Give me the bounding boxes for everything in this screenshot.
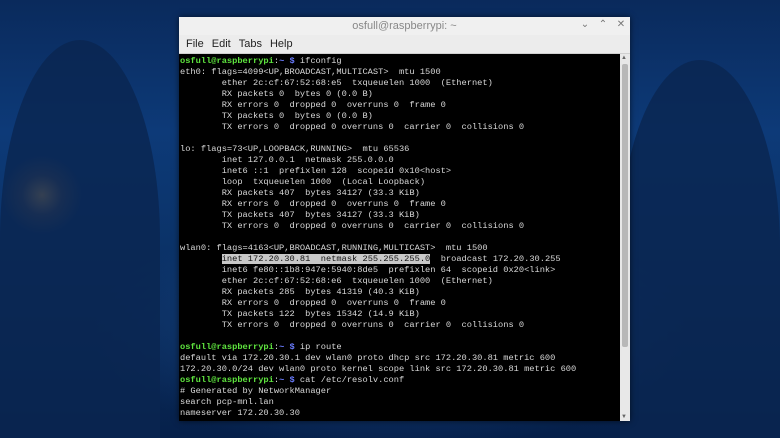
title-bar[interactable]: osfull@raspberrypi: ~ ⌄ ⌃ ✕ — [179, 17, 630, 35]
prompt-user: osfull@raspberrypi — [180, 342, 274, 352]
maximize-icon[interactable]: ⌃ — [598, 19, 608, 30]
output-line: TX errors 0 dropped 0 overruns 0 carrier… — [180, 320, 525, 330]
output-line: lo: flags=73<UP,LOOPBACK,RUNNING> mtu 65… — [180, 144, 410, 154]
menu-help[interactable]: Help — [266, 38, 297, 50]
background-mountain — [0, 40, 160, 438]
scrollbar-thumb[interactable] — [622, 64, 628, 347]
terminal-output[interactable]: osfull@raspberrypi:~ $ ifconfig eth0: fla… — [179, 54, 620, 421]
scrollbar[interactable]: ▲ ▼ — [620, 54, 630, 421]
output-line: TX errors 0 dropped 0 overruns 0 carrier… — [180, 122, 525, 132]
output-line: TX errors 0 dropped 0 overruns 0 carrier… — [180, 221, 525, 231]
highlighted-selection: inet 172.20.30.81 netmask 255.255.255.0 — [221, 254, 431, 264]
output-line: search pcp-mnl.lan — [180, 397, 274, 407]
output-line: wlan0: flags=4163<UP,BROADCAST,RUNNING,M… — [180, 243, 488, 253]
output-line: RX errors 0 dropped 0 overruns 0 frame 0 — [180, 199, 446, 209]
output-line: inet 127.0.0.1 netmask 255.0.0.0 — [180, 155, 394, 165]
prompt-user: osfull@raspberrypi — [180, 56, 274, 66]
menu-file[interactable]: File — [182, 38, 208, 50]
command-text: ifconfig — [299, 56, 342, 66]
output-line: inet6 ::1 prefixlen 128 scopeid 0x10<hos… — [180, 166, 452, 176]
prompt-symbol: $ — [284, 56, 300, 66]
background-mountain — [620, 60, 780, 438]
prompt-line: osfull@raspberrypi:~ $ cat /etc/resolv.c… — [179, 375, 620, 386]
close-icon[interactable]: ✕ — [616, 19, 626, 30]
command-text: ip route — [299, 342, 342, 352]
output-line: default via 172.20.30.1 dev wlan0 proto … — [180, 353, 556, 363]
menu-tabs[interactable]: Tabs — [235, 38, 266, 50]
output-text: broadcast 172.20.30.255 — [430, 254, 561, 264]
prompt-line: osfull@raspberrypi:~ $ ip route — [179, 342, 620, 353]
scroll-up-icon[interactable]: ▲ — [621, 55, 627, 61]
output-line: ether 2c:cf:67:52:68:e5 txqueuelen 1000 … — [180, 78, 493, 88]
menu-edit[interactable]: Edit — [208, 38, 235, 50]
output-line: loop txqueuelen 1000 (Local Loopback) — [180, 177, 426, 187]
prompt-symbol: $ — [284, 375, 300, 385]
output-line: RX packets 407 bytes 34127 (33.3 KiB) — [180, 188, 420, 198]
prompt-line: osfull@raspberrypi:~ $ ifconfig — [179, 56, 620, 67]
output-line: 172.20.30.0/24 dev wlan0 proto kernel sc… — [180, 364, 577, 374]
prompt-user: osfull@raspberrypi — [180, 375, 274, 385]
prompt-symbol: $ — [284, 342, 300, 352]
window-title: osfull@raspberrypi: ~ — [352, 20, 457, 32]
output-line: inet 172.20.30.81 netmask 255.255.255.0 … — [179, 254, 620, 265]
minimize-icon[interactable]: ⌄ — [580, 19, 590, 30]
menu-bar: File Edit Tabs Help — [179, 35, 630, 54]
output-line: TX packets 122 bytes 15342 (14.9 KiB) — [180, 309, 420, 319]
output-line: eth0: flags=4099<UP,BROADCAST,MULTICAST>… — [180, 67, 441, 77]
output-line: ether 2c:cf:67:52:68:e6 txqueuelen 1000 … — [180, 276, 493, 286]
output-line: inet6 fe80::1b8:947e:5940:8de5 prefixlen… — [180, 265, 556, 275]
output-line: RX packets 0 bytes 0 (0.0 B) — [180, 89, 373, 99]
output-line: RX errors 0 dropped 0 overruns 0 frame 0 — [180, 100, 446, 110]
output-line: nameserver 172.20.30.30 — [180, 408, 300, 418]
output-line: RX packets 285 bytes 41319 (40.3 KiB) — [180, 287, 420, 297]
command-text: cat /etc/resolv.conf — [299, 375, 405, 385]
output-line: TX packets 407 bytes 34127 (33.3 KiB) — [180, 210, 420, 220]
output-line: # Generated by NetworkManager — [180, 386, 332, 396]
terminal-window: osfull@raspberrypi: ~ ⌄ ⌃ ✕ File Edit Ta… — [179, 17, 630, 421]
output-line: TX packets 0 bytes 0 (0.0 B) — [180, 111, 373, 121]
output-line: RX errors 0 dropped 0 overruns 0 frame 0 — [180, 298, 446, 308]
scroll-down-icon[interactable]: ▼ — [621, 414, 627, 420]
